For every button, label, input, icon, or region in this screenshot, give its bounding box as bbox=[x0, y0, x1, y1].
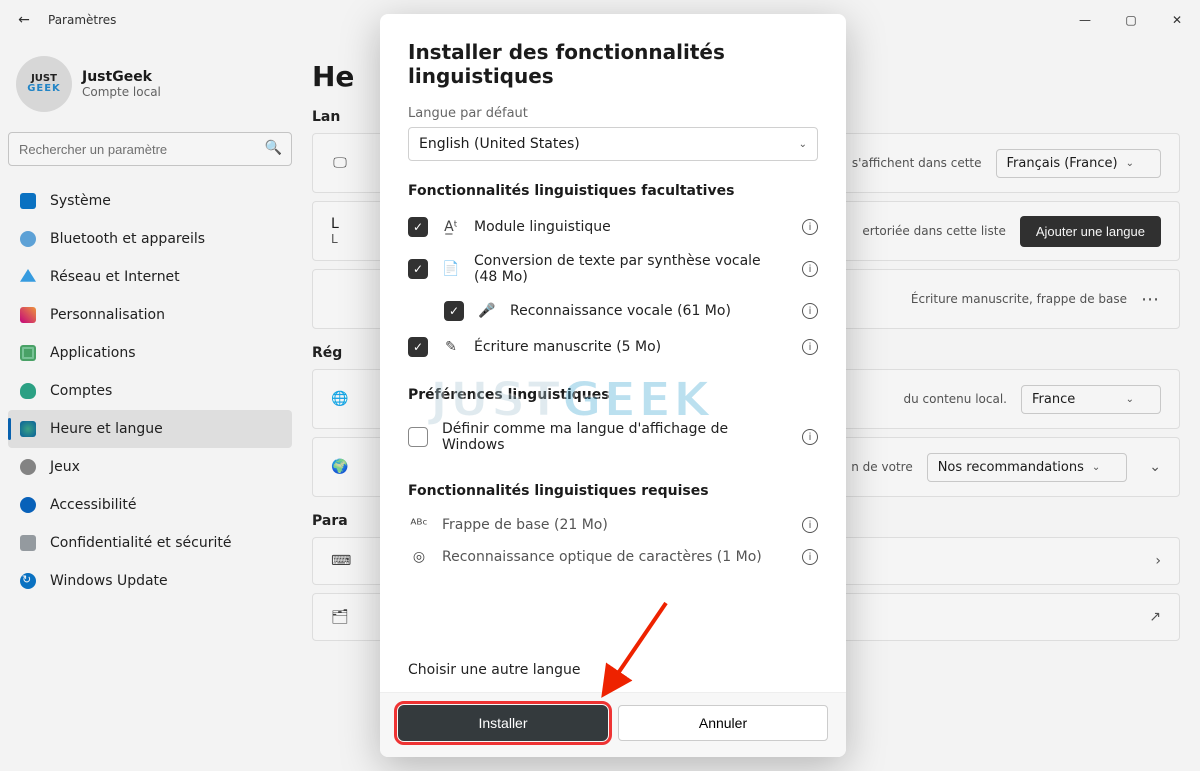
feature-text-to-speech[interactable]: ✓ 📄 Conversion de texte par synthèse voc… bbox=[408, 245, 818, 293]
ocr-icon: ◎ bbox=[410, 549, 428, 565]
chevron-down-icon: ⌄ bbox=[799, 139, 807, 150]
required-basic-typing: ᴬᴮᶜ Frappe de base (21 Mo) i bbox=[408, 509, 818, 541]
install-language-features-dialog: Installer des fonctionnalités linguistiq… bbox=[380, 14, 846, 757]
keyboard-icon: ᴬᴮᶜ bbox=[410, 517, 428, 533]
default-language-label: Langue par défaut bbox=[408, 106, 818, 121]
required-ocr: ◎ Reconnaissance optique de caractères (… bbox=[408, 541, 818, 573]
tts-icon: 📄 bbox=[442, 261, 460, 277]
checkbox-speech[interactable]: ✓ bbox=[444, 301, 464, 321]
dialog-title: Installer des fonctionnalités linguistiq… bbox=[408, 40, 818, 88]
feature-speech-recognition[interactable]: ✓ 🎤 Reconnaissance vocale (61 Mo) i bbox=[408, 293, 818, 329]
info-icon[interactable]: i bbox=[802, 549, 818, 565]
feature-handwriting[interactable]: ✓ ✎ Écriture manuscrite (5 Mo) i bbox=[408, 329, 818, 365]
microphone-icon: 🎤 bbox=[478, 303, 496, 319]
info-icon[interactable]: i bbox=[802, 219, 818, 235]
optional-features-heading: Fonctionnalités linguistiques facultativ… bbox=[408, 183, 818, 199]
info-icon[interactable]: i bbox=[802, 429, 818, 445]
cancel-button[interactable]: Annuler bbox=[618, 705, 828, 741]
checkbox-language-pack[interactable]: ✓ bbox=[408, 217, 428, 237]
pref-set-display-language[interactable]: Définir comme ma langue d'affichage de W… bbox=[408, 413, 818, 461]
info-icon[interactable]: i bbox=[802, 303, 818, 319]
required-heading: Fonctionnalités linguistiques requises bbox=[408, 483, 818, 499]
info-icon[interactable]: i bbox=[802, 261, 818, 277]
handwriting-icon: ✎ bbox=[442, 339, 460, 355]
choose-other-language-link[interactable]: Choisir une autre langue bbox=[408, 662, 580, 678]
checkbox-tts[interactable]: ✓ bbox=[408, 259, 428, 279]
checkbox-set-display-language[interactable] bbox=[408, 427, 428, 447]
checkbox-handwriting[interactable]: ✓ bbox=[408, 337, 428, 357]
language-pack-icon: A̲ᵗ bbox=[442, 219, 460, 235]
prefs-heading: Préférences linguistiques bbox=[408, 387, 818, 403]
default-language-select[interactable]: English (United States) ⌄ bbox=[408, 127, 818, 161]
info-icon[interactable]: i bbox=[802, 339, 818, 355]
install-button[interactable]: Installer bbox=[398, 705, 608, 741]
feature-language-pack[interactable]: ✓ A̲ᵗ Module linguistique i bbox=[408, 209, 818, 245]
info-icon[interactable]: i bbox=[802, 517, 818, 533]
default-language-value: English (United States) bbox=[419, 136, 580, 152]
